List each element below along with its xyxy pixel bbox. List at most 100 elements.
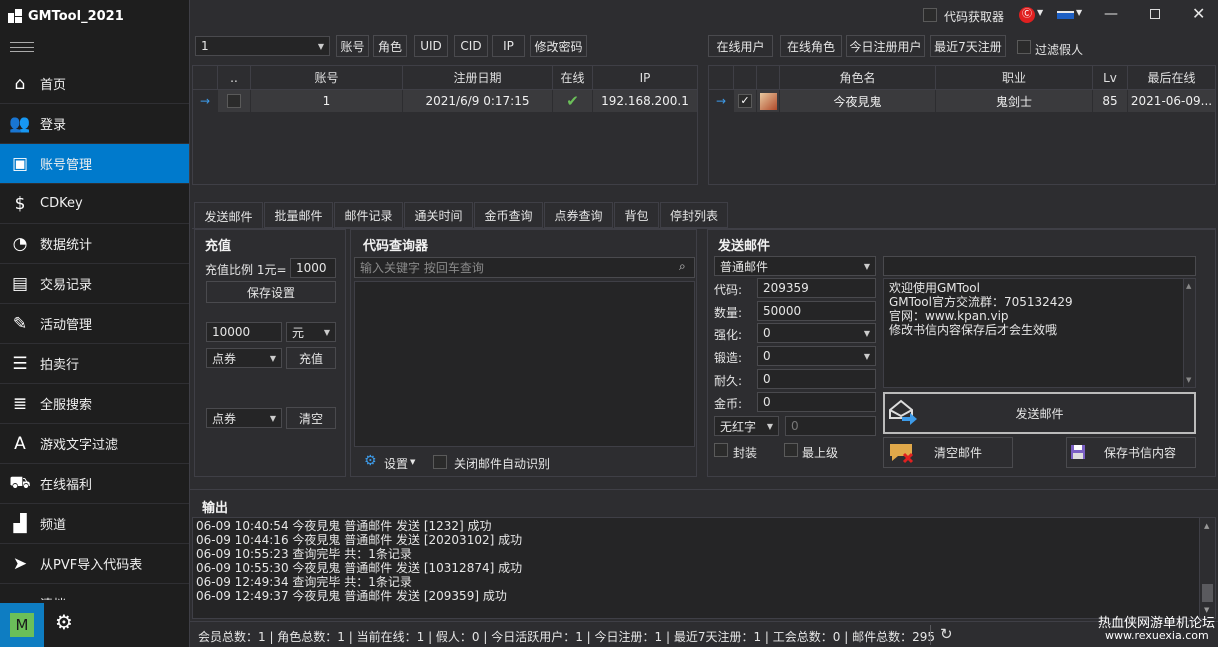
recharge-type-combo[interactable]: 点券 ▼ bbox=[206, 348, 282, 368]
grid-header-last-online[interactable]: 最后在线 bbox=[1128, 66, 1215, 90]
tab-4[interactable]: 金币查询 bbox=[474, 202, 543, 228]
mail-content-textarea[interactable]: 欢迎使用GMTool GMTool官方交流群：705132429 官网：www.… bbox=[883, 278, 1196, 388]
brand-red-icon[interactable]: Ⓒ bbox=[1019, 7, 1035, 23]
grid-header-role-name[interactable]: 角色名 bbox=[780, 66, 936, 90]
grid-header-online[interactable]: 在线 bbox=[553, 66, 593, 90]
mail-title-input[interactable] bbox=[883, 256, 1196, 276]
seal-checkbox[interactable] bbox=[714, 443, 728, 457]
chevron-down-icon[interactable]: ▼ bbox=[1037, 8, 1043, 17]
sidebar-item-12[interactable]: ➤ 从PVF导入代码表 bbox=[0, 544, 189, 584]
row-checked-cell[interactable]: ✓ bbox=[734, 90, 757, 112]
tab-2[interactable]: 邮件记录 bbox=[334, 202, 403, 228]
sidebar-item-10[interactable]: ⛟ 在线福利 bbox=[0, 464, 189, 504]
save-settings-button[interactable]: 保存设置 bbox=[206, 281, 336, 303]
code-search-input[interactable]: 输入关键字 按回车查询 bbox=[354, 257, 695, 278]
grid-header-reg-date[interactable]: 注册日期 bbox=[403, 66, 553, 90]
textarea-scrollbar[interactable]: ▲ ▼ bbox=[1183, 279, 1195, 387]
max-level-checkbox[interactable] bbox=[784, 443, 798, 457]
sidebar-item-1[interactable]: 👥 登录 bbox=[0, 104, 189, 144]
tab-0[interactable]: 发送邮件 bbox=[194, 202, 263, 229]
sidebar-item-0[interactable]: ⌂ 首页 bbox=[0, 64, 189, 104]
account-combo[interactable]: 1 ▼ bbox=[195, 36, 330, 56]
output-log[interactable]: 06-09 10:40:54 今夜見鬼 普通邮件 发送 [1232] 成功 06-… bbox=[192, 517, 1216, 619]
chevron-down-icon: ▼ bbox=[863, 351, 870, 361]
tab-1[interactable]: 批量邮件 bbox=[264, 202, 333, 228]
code-fetcher-checkbox[interactable] bbox=[923, 8, 937, 22]
grid-header-job[interactable]: 职业 bbox=[936, 66, 1093, 90]
scroll-up-icon[interactable]: ▲ bbox=[1186, 279, 1191, 293]
checked-checkbox[interactable]: ✓ bbox=[738, 94, 752, 108]
ratio-input[interactable]: 1000 bbox=[290, 258, 336, 278]
sidebar-item-5[interactable]: ▤ 交易记录 bbox=[0, 264, 189, 304]
clear-type-combo[interactable]: 点券 ▼ bbox=[206, 408, 282, 428]
today-register-button[interactable]: 今日注册用户 bbox=[846, 35, 925, 57]
ip-button[interactable]: IP bbox=[492, 35, 525, 57]
code-result-list[interactable] bbox=[354, 281, 695, 447]
tab-7[interactable]: 停封列表 bbox=[660, 202, 728, 228]
online-users-button[interactable]: 在线用户 bbox=[708, 35, 773, 57]
change-password-button[interactable]: 修改密码 bbox=[530, 35, 587, 57]
sidebar-item-11[interactable]: ▟ 频道 bbox=[0, 504, 189, 544]
clear-type-value: 点券 bbox=[212, 411, 237, 426]
scroll-up-icon[interactable]: ▲ bbox=[1204, 519, 1209, 533]
scroll-down-icon[interactable]: ▼ bbox=[1186, 373, 1191, 387]
flag-icon[interactable] bbox=[1057, 11, 1074, 19]
recharge-button[interactable]: 充值 bbox=[286, 347, 336, 369]
grid-header-account[interactable]: 账号 bbox=[251, 66, 403, 90]
minimize-icon[interactable]: — bbox=[1104, 6, 1118, 22]
search-icon[interactable]: ⌕ bbox=[679, 259, 686, 274]
code-input[interactable]: 209359 bbox=[757, 278, 876, 298]
qty-input[interactable]: 50000 bbox=[757, 301, 876, 321]
tab-5[interactable]: 点券查询 bbox=[544, 202, 613, 228]
amount-input[interactable]: 10000 bbox=[206, 322, 282, 342]
auto-detect-checkbox[interactable] bbox=[433, 455, 447, 469]
grid-header-select[interactable]: .. bbox=[218, 66, 251, 90]
scroll-thumb[interactable] bbox=[1202, 584, 1213, 602]
sidebar-item-3[interactable]: $ CDKey bbox=[0, 184, 189, 224]
chevron-down-icon[interactable]: ▼ bbox=[410, 458, 415, 466]
sidebar-item-label: 全服搜索 bbox=[40, 398, 93, 413]
sidebar-item-6[interactable]: ✎ 活动管理 bbox=[0, 304, 189, 344]
sidebar-item-7[interactable]: ☰ 拍卖行 bbox=[0, 344, 189, 384]
chevron-down-icon[interactable]: ▼ bbox=[1076, 8, 1082, 17]
mail-type-combo[interactable]: 普通邮件 ▼ bbox=[714, 256, 876, 276]
refresh-icon[interactable]: ↻ bbox=[940, 625, 953, 643]
gear-icon[interactable]: ⚙ bbox=[364, 453, 377, 469]
durability-input[interactable]: 0 bbox=[757, 369, 876, 389]
grid-header-lv[interactable]: Lv bbox=[1093, 66, 1128, 90]
grid-header-ip[interactable]: IP bbox=[593, 66, 697, 90]
filter-fake-checkbox[interactable] bbox=[1017, 40, 1031, 54]
sidebar-item-4[interactable]: ◔ 数据统计 bbox=[0, 224, 189, 264]
row-checkbox[interactable] bbox=[227, 94, 241, 108]
settings-dropdown[interactable]: 设置 bbox=[384, 455, 408, 472]
forge-combo[interactable]: 0 ▼ bbox=[757, 346, 876, 366]
red-text-combo[interactable]: 无红字 ▼ bbox=[714, 416, 779, 436]
clear-button[interactable]: 清空 bbox=[286, 407, 336, 429]
settings-gear-icon[interactable]: ⚙ bbox=[55, 610, 73, 634]
tab-3[interactable]: 通关时间 bbox=[404, 202, 473, 228]
last-7days-register-button[interactable]: 最近7天注册 bbox=[930, 35, 1006, 57]
tab-6[interactable]: 背包 bbox=[614, 202, 659, 228]
gold-input[interactable]: 0 bbox=[757, 392, 876, 412]
hamburger-menu-icon[interactable] bbox=[10, 42, 34, 52]
red-text-input[interactable]: 0 bbox=[785, 416, 876, 436]
cid-button[interactable]: CID bbox=[454, 35, 488, 57]
sidebar-item-2[interactable]: ▣ 账号管理 bbox=[0, 144, 189, 184]
output-scrollbar[interactable]: ▲ ▼ bbox=[1199, 518, 1215, 618]
maximize-icon[interactable] bbox=[1150, 9, 1160, 19]
row-select-checkbox-cell[interactable] bbox=[218, 90, 251, 112]
save-letter-button[interactable]: 保存书信内容 bbox=[1066, 437, 1196, 468]
enhance-combo[interactable]: 0 ▼ bbox=[757, 323, 876, 343]
close-icon[interactable]: ✕ bbox=[1192, 4, 1205, 23]
account-button[interactable]: 账号 bbox=[336, 35, 369, 57]
send-mail-icon bbox=[888, 398, 918, 426]
sidebar-item-9[interactable]: A 游戏文字过滤 bbox=[0, 424, 189, 464]
clear-mail-button[interactable]: 清空邮件 bbox=[883, 437, 1013, 468]
send-mail-button[interactable]: 发送邮件 bbox=[883, 392, 1196, 434]
role-button[interactable]: 角色 bbox=[373, 35, 407, 57]
unit-combo[interactable]: 元 ▼ bbox=[286, 322, 336, 342]
uid-button[interactable]: UID bbox=[414, 35, 448, 57]
profile-badge[interactable]: M bbox=[0, 603, 44, 647]
online-roles-button[interactable]: 在线角色 bbox=[780, 35, 842, 57]
sidebar-item-8[interactable]: ≣ 全服搜索 bbox=[0, 384, 189, 424]
